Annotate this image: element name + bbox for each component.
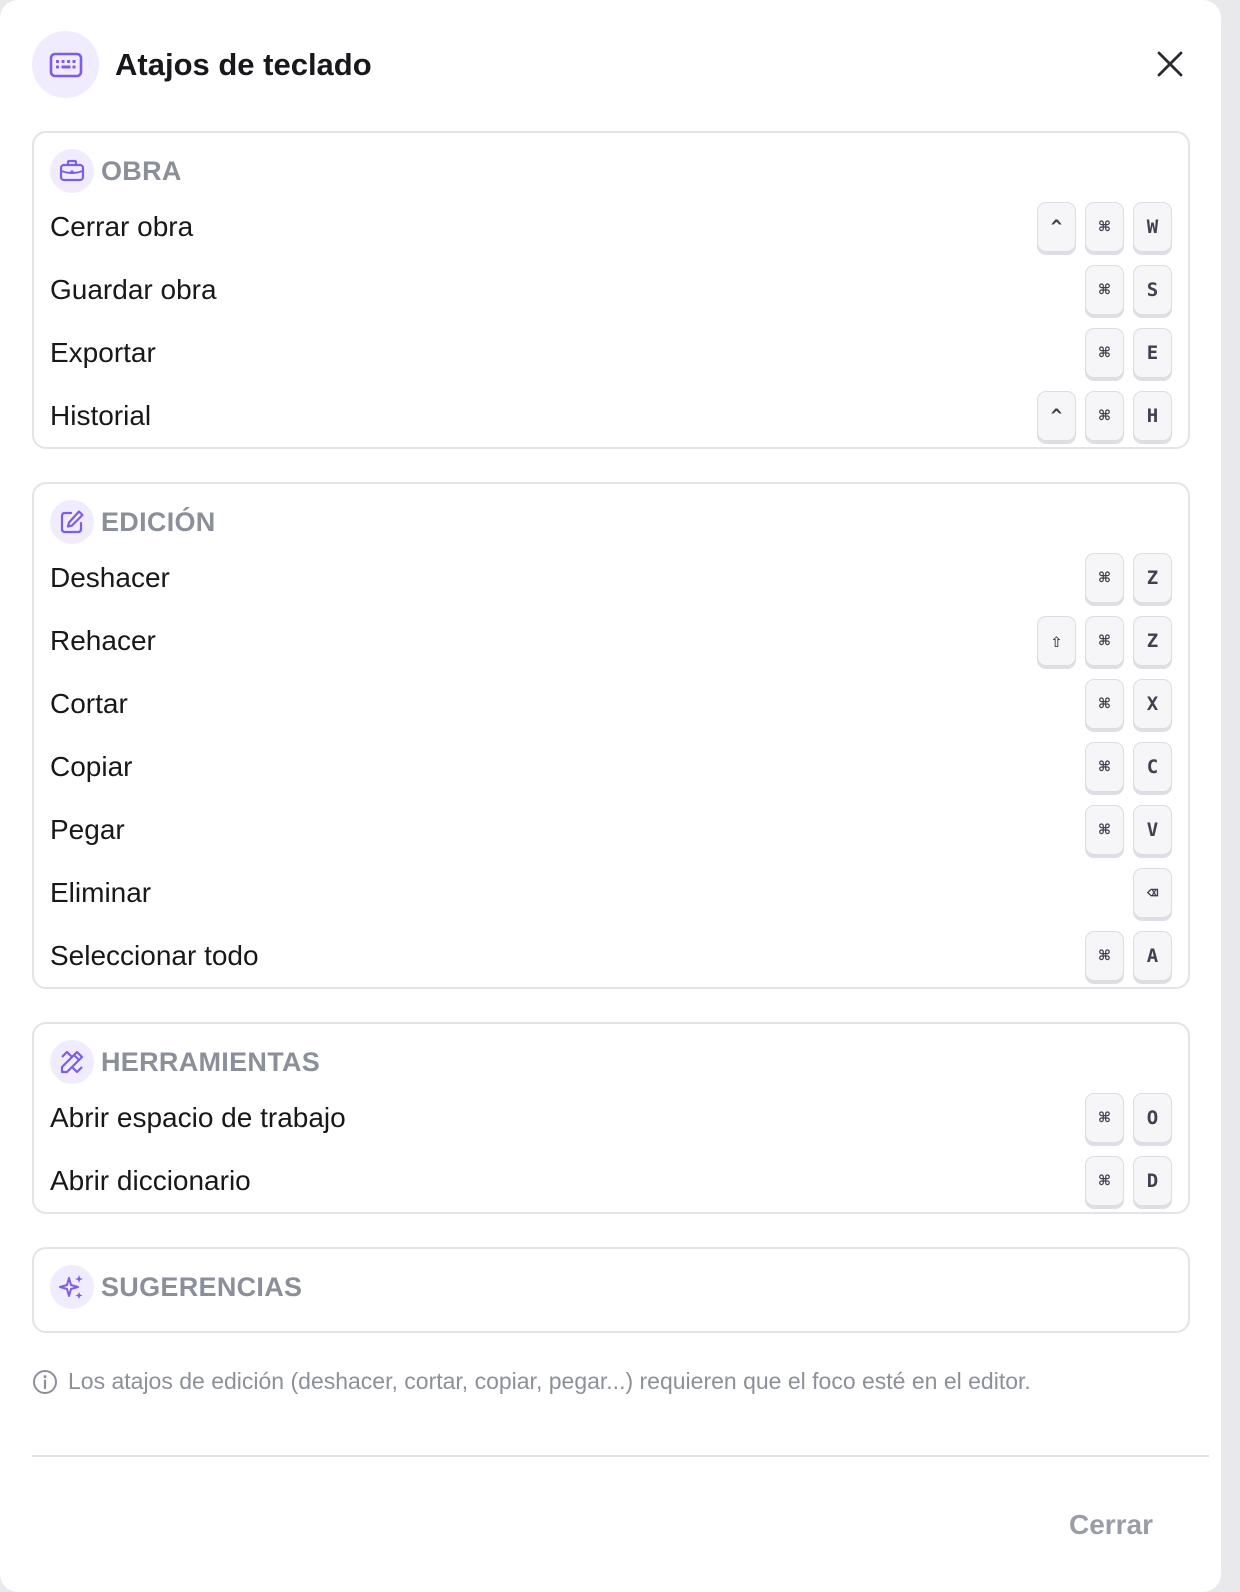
key-cap: S [1133, 264, 1172, 315]
key-cap: E [1133, 327, 1172, 378]
shortcut-keys: ⌘ C [1085, 741, 1172, 792]
shortcut-keys: ⇧ ⌘ Z [1037, 615, 1172, 666]
shortcut-row[interactable]: Deshacer ⌘ Z [50, 546, 1172, 609]
shortcut-row[interactable]: Cortar ⌘ X [50, 672, 1172, 735]
shortcut-row[interactable]: Cerrar obra ^ ⌘ W [50, 195, 1172, 258]
key-cap: ^ [1037, 390, 1076, 441]
shortcut-label: Guardar obra [50, 273, 217, 305]
footer-note: Los atajos de edición (deshacer, cortar,… [32, 1368, 1031, 1395]
key-cap: ⌘ [1085, 741, 1124, 792]
sparkles-icon [50, 1265, 94, 1309]
shortcut-keys: ⌘ X [1085, 678, 1172, 729]
shortcut-label: Cerrar obra [50, 210, 194, 242]
shortcut-row[interactable]: Abrir diccionario ⌘ D [50, 1149, 1172, 1212]
section-header: SUGERENCIAS [50, 1263, 1172, 1311]
dialog-header: Atajos de teclado [32, 31, 372, 98]
key-cap: A [1133, 930, 1172, 981]
footer-note-text: Los atajos de edición (deshacer, cortar,… [68, 1368, 1031, 1394]
briefcase-icon [50, 149, 94, 193]
key-cap: ⌘ [1085, 615, 1124, 666]
shortcut-row[interactable]: Guardar obra ⌘ S [50, 258, 1172, 321]
section-herramientas: HERRAMIENTAS Abrir espacio de trabajo ⌘ O Ab… [32, 1022, 1190, 1214]
key-cap: V [1133, 804, 1172, 855]
key-cap: ⇧ [1037, 615, 1076, 666]
footer-divider [32, 1455, 1209, 1457]
section-header: EDICIÓN [50, 498, 1172, 546]
key-cap: ⌘ [1085, 327, 1124, 378]
info-icon [33, 1369, 57, 1394]
shortcut-label: Deshacer [50, 561, 170, 593]
key-cap: Z [1133, 615, 1172, 666]
shortcut-keys: ⌫ [1133, 867, 1172, 918]
section-title: OBRA [101, 155, 182, 186]
section-title: EDICIÓN [101, 506, 216, 537]
section-edicion: EDICIÓN Deshacer ⌘ Z Rehacer ⇧ ⌘ Z Cortar ⌘ X Copia… [32, 482, 1190, 989]
key-cap: ⌘ [1085, 930, 1124, 981]
key-cap: O [1133, 1092, 1172, 1143]
key-cap: ^ [1037, 201, 1076, 252]
key-cap: ⌘ [1085, 552, 1124, 603]
shortcut-label: Historial [50, 399, 152, 431]
tools-icon [50, 1040, 94, 1084]
key-cap: ⌘ [1085, 201, 1124, 252]
key-cap: ⌘ [1085, 804, 1124, 855]
key-cap: W [1133, 201, 1172, 252]
shortcut-keys: ⌘ S [1085, 264, 1172, 315]
shortcut-row[interactable]: Historial ^ ⌘ H [50, 384, 1172, 447]
key-cap: ⌘ [1085, 1155, 1124, 1206]
key-cap: C [1133, 741, 1172, 792]
shortcut-keys: ⌘ Z [1085, 552, 1172, 603]
shortcut-label: Exportar [50, 336, 156, 368]
shortcut-row[interactable]: Pegar ⌘ V [50, 798, 1172, 861]
shortcut-label: Copiar [50, 750, 133, 782]
shortcut-row[interactable]: Seleccionar todo ⌘ A [50, 924, 1172, 987]
edit-icon [50, 500, 94, 544]
close-button[interactable]: Cerrar [1056, 1500, 1166, 1550]
section-header: OBRA [50, 147, 1172, 195]
shortcut-keys: ^ ⌘ W [1037, 201, 1172, 252]
shortcut-label: Pegar [50, 813, 125, 845]
shortcut-keys: ^ ⌘ H [1037, 390, 1172, 441]
key-cap: Z [1133, 552, 1172, 603]
section-obra: OBRA Cerrar obra ^ ⌘ W Guardar obra ⌘ S Exportar… [32, 131, 1190, 449]
shortcut-label: Abrir espacio de trabajo [50, 1101, 346, 1133]
shortcut-keys: ⌘ E [1085, 327, 1172, 378]
key-cap: ⌘ [1085, 264, 1124, 315]
key-cap: ⌫ [1133, 867, 1172, 918]
shortcut-label: Cortar [50, 687, 128, 719]
shortcut-keys: ⌘ D [1085, 1155, 1172, 1206]
key-cap: ⌘ [1085, 1092, 1124, 1143]
shortcut-row[interactable]: Copiar ⌘ C [50, 735, 1172, 798]
key-cap: X [1133, 678, 1172, 729]
key-cap: H [1133, 390, 1172, 441]
section-header: HERRAMIENTAS [50, 1038, 1172, 1086]
close-icon[interactable] [1150, 44, 1190, 84]
shortcut-keys: ⌘ O [1085, 1092, 1172, 1143]
shortcuts-dialog: Atajos de teclado OBRA Cerrar obra ^ ⌘ W Guar… [0, 0, 1221, 1592]
shortcut-row[interactable]: Eliminar ⌫ [50, 861, 1172, 924]
shortcut-row[interactable]: Abrir espacio de trabajo ⌘ O [50, 1086, 1172, 1149]
section-sugerencias: SUGERENCIAS [32, 1247, 1190, 1333]
shortcut-row[interactable]: Exportar ⌘ E [50, 321, 1172, 384]
shortcut-keys: ⌘ V [1085, 804, 1172, 855]
shortcuts-list[interactable]: OBRA Cerrar obra ^ ⌘ W Guardar obra ⌘ S Exportar… [32, 131, 1190, 1354]
key-cap: ⌘ [1085, 678, 1124, 729]
shortcut-label: Seleccionar todo [50, 939, 259, 971]
key-cap: D [1133, 1155, 1172, 1206]
section-title: SUGERENCIAS [101, 1271, 303, 1302]
shortcut-label: Rehacer [50, 624, 156, 656]
shortcut-label: Abrir diccionario [50, 1164, 251, 1196]
key-cap: ⌘ [1085, 390, 1124, 441]
keyboard-icon [32, 31, 99, 98]
shortcut-row[interactable]: Rehacer ⇧ ⌘ Z [50, 609, 1172, 672]
shortcut-label: Eliminar [50, 876, 152, 908]
shortcut-keys: ⌘ A [1085, 930, 1172, 981]
dialog-title: Atajos de teclado [115, 46, 372, 82]
section-title: HERRAMIENTAS [101, 1046, 321, 1077]
